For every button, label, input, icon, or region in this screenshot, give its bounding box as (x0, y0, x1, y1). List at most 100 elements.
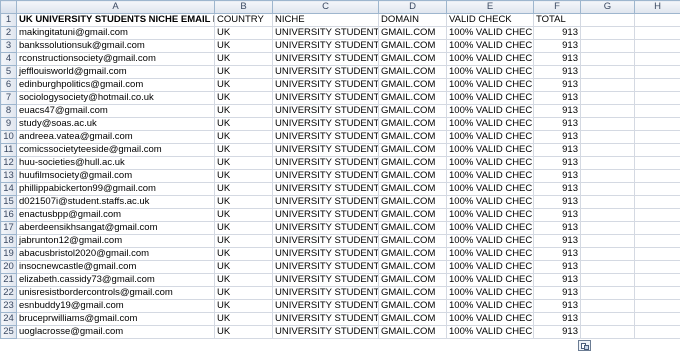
column-header-g[interactable]: G (580, 0, 635, 14)
cell-empty-g[interactable] (580, 91, 635, 105)
row-number[interactable]: 9 (0, 117, 17, 131)
cell-email[interactable]: aberdeensikhsangat@gmail.com (16, 221, 215, 235)
cell-empty-g[interactable] (580, 104, 635, 118)
cell-empty-h[interactable] (634, 247, 680, 261)
cell-niche[interactable]: UNIVERSITY STUDENTS (272, 234, 379, 248)
row-number[interactable]: 6 (0, 78, 17, 92)
cell-domain[interactable]: GMAIL.COM (378, 91, 447, 105)
cell-country[interactable]: UK (214, 156, 273, 170)
cell-empty-g[interactable] (580, 156, 635, 170)
cell-total[interactable]: 913 (533, 234, 581, 248)
cell-empty-g[interactable] (580, 234, 635, 248)
cell-empty-g[interactable] (580, 286, 635, 300)
cell-total[interactable]: 913 (533, 39, 581, 53)
cell-email[interactable]: enactusbpp@gmail.com (16, 208, 215, 222)
cell-total[interactable]: 913 (533, 91, 581, 105)
cell-valid-check[interactable]: 100% VALID CHECK (446, 208, 534, 222)
cell-country[interactable]: UK (214, 26, 273, 40)
cell-empty-h[interactable] (634, 221, 680, 235)
cell-country[interactable]: UK (214, 130, 273, 144)
cell-valid-check[interactable]: 100% VALID CHECK (446, 143, 534, 157)
cell-domain[interactable]: GMAIL.COM (378, 65, 447, 79)
row-number[interactable]: 3 (0, 39, 17, 53)
cell-domain[interactable]: GMAIL.COM (378, 39, 447, 53)
cell-total[interactable]: 913 (533, 312, 581, 326)
cell-niche[interactable]: UNIVERSITY STUDENTS (272, 78, 379, 92)
row-number[interactable]: 21 (0, 273, 17, 287)
cell-country[interactable]: UK (214, 273, 273, 287)
cell-domain[interactable]: GMAIL.COM (378, 312, 447, 326)
row-number[interactable]: 24 (0, 312, 17, 326)
cell-domain[interactable]: GMAIL.COM (378, 182, 447, 196)
cell-valid-check[interactable]: 100% VALID CHECK (446, 234, 534, 248)
cell-empty-g[interactable] (580, 247, 635, 261)
cell-empty-h[interactable] (634, 182, 680, 196)
cell-valid-check[interactable]: 100% VALID CHECK (446, 52, 534, 66)
cell-total[interactable]: 913 (533, 208, 581, 222)
cell-empty-h[interactable] (634, 156, 680, 170)
cell-total[interactable]: 913 (533, 143, 581, 157)
cell-valid-check[interactable]: 100% VALID CHECK (446, 299, 534, 313)
cell-title[interactable]: UK UNIVERSITY STUDENTS NICHE EMAIL LIST (16, 13, 215, 27)
cell-valid-check[interactable]: 100% VALID CHECK (446, 247, 534, 261)
cell-domain[interactable]: GMAIL.COM (378, 325, 447, 339)
column-header-c[interactable]: C (272, 0, 379, 14)
row-number[interactable]: 16 (0, 208, 17, 222)
cell-empty-h[interactable] (634, 117, 680, 131)
row-number[interactable]: 14 (0, 182, 17, 196)
cell-empty-h[interactable] (634, 286, 680, 300)
row-number[interactable]: 23 (0, 299, 17, 313)
cell-country[interactable]: UK (214, 78, 273, 92)
cell-valid-check[interactable]: 100% VALID CHECK (446, 273, 534, 287)
cell-country[interactable]: UK (214, 104, 273, 118)
cell-total[interactable]: 913 (533, 156, 581, 170)
cell-niche[interactable]: UNIVERSITY STUDENTS (272, 39, 379, 53)
cell-niche[interactable]: UNIVERSITY STUDENTS (272, 195, 379, 209)
cell-country[interactable]: UK (214, 247, 273, 261)
cell-valid-check[interactable]: 100% VALID CHECK (446, 91, 534, 105)
cell-empty-h[interactable] (634, 104, 680, 118)
cell-empty-g[interactable] (580, 26, 635, 40)
cell-valid-check[interactable]: 100% VALID CHECK (446, 78, 534, 92)
cell-country[interactable]: UK (214, 117, 273, 131)
cell-empty-g[interactable] (580, 78, 635, 92)
cell-email[interactable]: rconstructionsociety@gmail.com (16, 52, 215, 66)
cell-niche[interactable]: UNIVERSITY STUDENTS (272, 325, 379, 339)
cell-empty-h[interactable] (634, 208, 680, 222)
cell-empty-g[interactable] (580, 117, 635, 131)
cell-domain[interactable]: GMAIL.COM (378, 130, 447, 144)
row-number[interactable]: 17 (0, 221, 17, 235)
cell-niche[interactable]: UNIVERSITY STUDENTS (272, 156, 379, 170)
cell-valid-check[interactable]: 100% VALID CHECK (446, 325, 534, 339)
cell-domain[interactable]: GMAIL.COM (378, 286, 447, 300)
cell-empty-h[interactable] (634, 299, 680, 313)
cell-niche[interactable]: UNIVERSITY STUDENTS (272, 104, 379, 118)
cell-valid-check[interactable]: 100% VALID CHECK (446, 169, 534, 183)
cell-domain[interactable]: GMAIL.COM (378, 117, 447, 131)
cell-empty-h[interactable] (634, 13, 680, 27)
cell-valid-check[interactable]: 100% VALID CHECK (446, 221, 534, 235)
cell-niche[interactable]: UNIVERSITY STUDENTS (272, 130, 379, 144)
cell-niche[interactable]: UNIVERSITY STUDENTS (272, 299, 379, 313)
cell-email[interactable]: comicssocietyteeside@gmail.com (16, 143, 215, 157)
cell-empty-h[interactable] (634, 312, 680, 326)
cell-empty-h[interactable] (634, 143, 680, 157)
cell-niche[interactable]: UNIVERSITY STUDENTS (272, 65, 379, 79)
cell-domain[interactable]: GMAIL.COM (378, 234, 447, 248)
row-number[interactable]: 15 (0, 195, 17, 209)
cell-niche[interactable]: UNIVERSITY STUDENTS (272, 26, 379, 40)
cell-country[interactable]: UK (214, 91, 273, 105)
column-header-e[interactable]: E (446, 0, 534, 14)
cell-country[interactable]: UK (214, 208, 273, 222)
row-number[interactable]: 4 (0, 52, 17, 66)
cell-empty-g[interactable] (580, 312, 635, 326)
cell-country[interactable]: UK (214, 195, 273, 209)
cell-email[interactable]: study@soas.ac.uk (16, 117, 215, 131)
cell-country[interactable]: UK (214, 234, 273, 248)
row-number[interactable]: 1 (0, 13, 17, 27)
cell-empty-g[interactable] (580, 39, 635, 53)
cell-valid-header[interactable]: VALID CHECK (446, 13, 534, 27)
cell-email[interactable]: andreea.vatea@gmail.com (16, 130, 215, 144)
cell-domain-header[interactable]: DOMAIN (378, 13, 447, 27)
row-number[interactable]: 5 (0, 65, 17, 79)
